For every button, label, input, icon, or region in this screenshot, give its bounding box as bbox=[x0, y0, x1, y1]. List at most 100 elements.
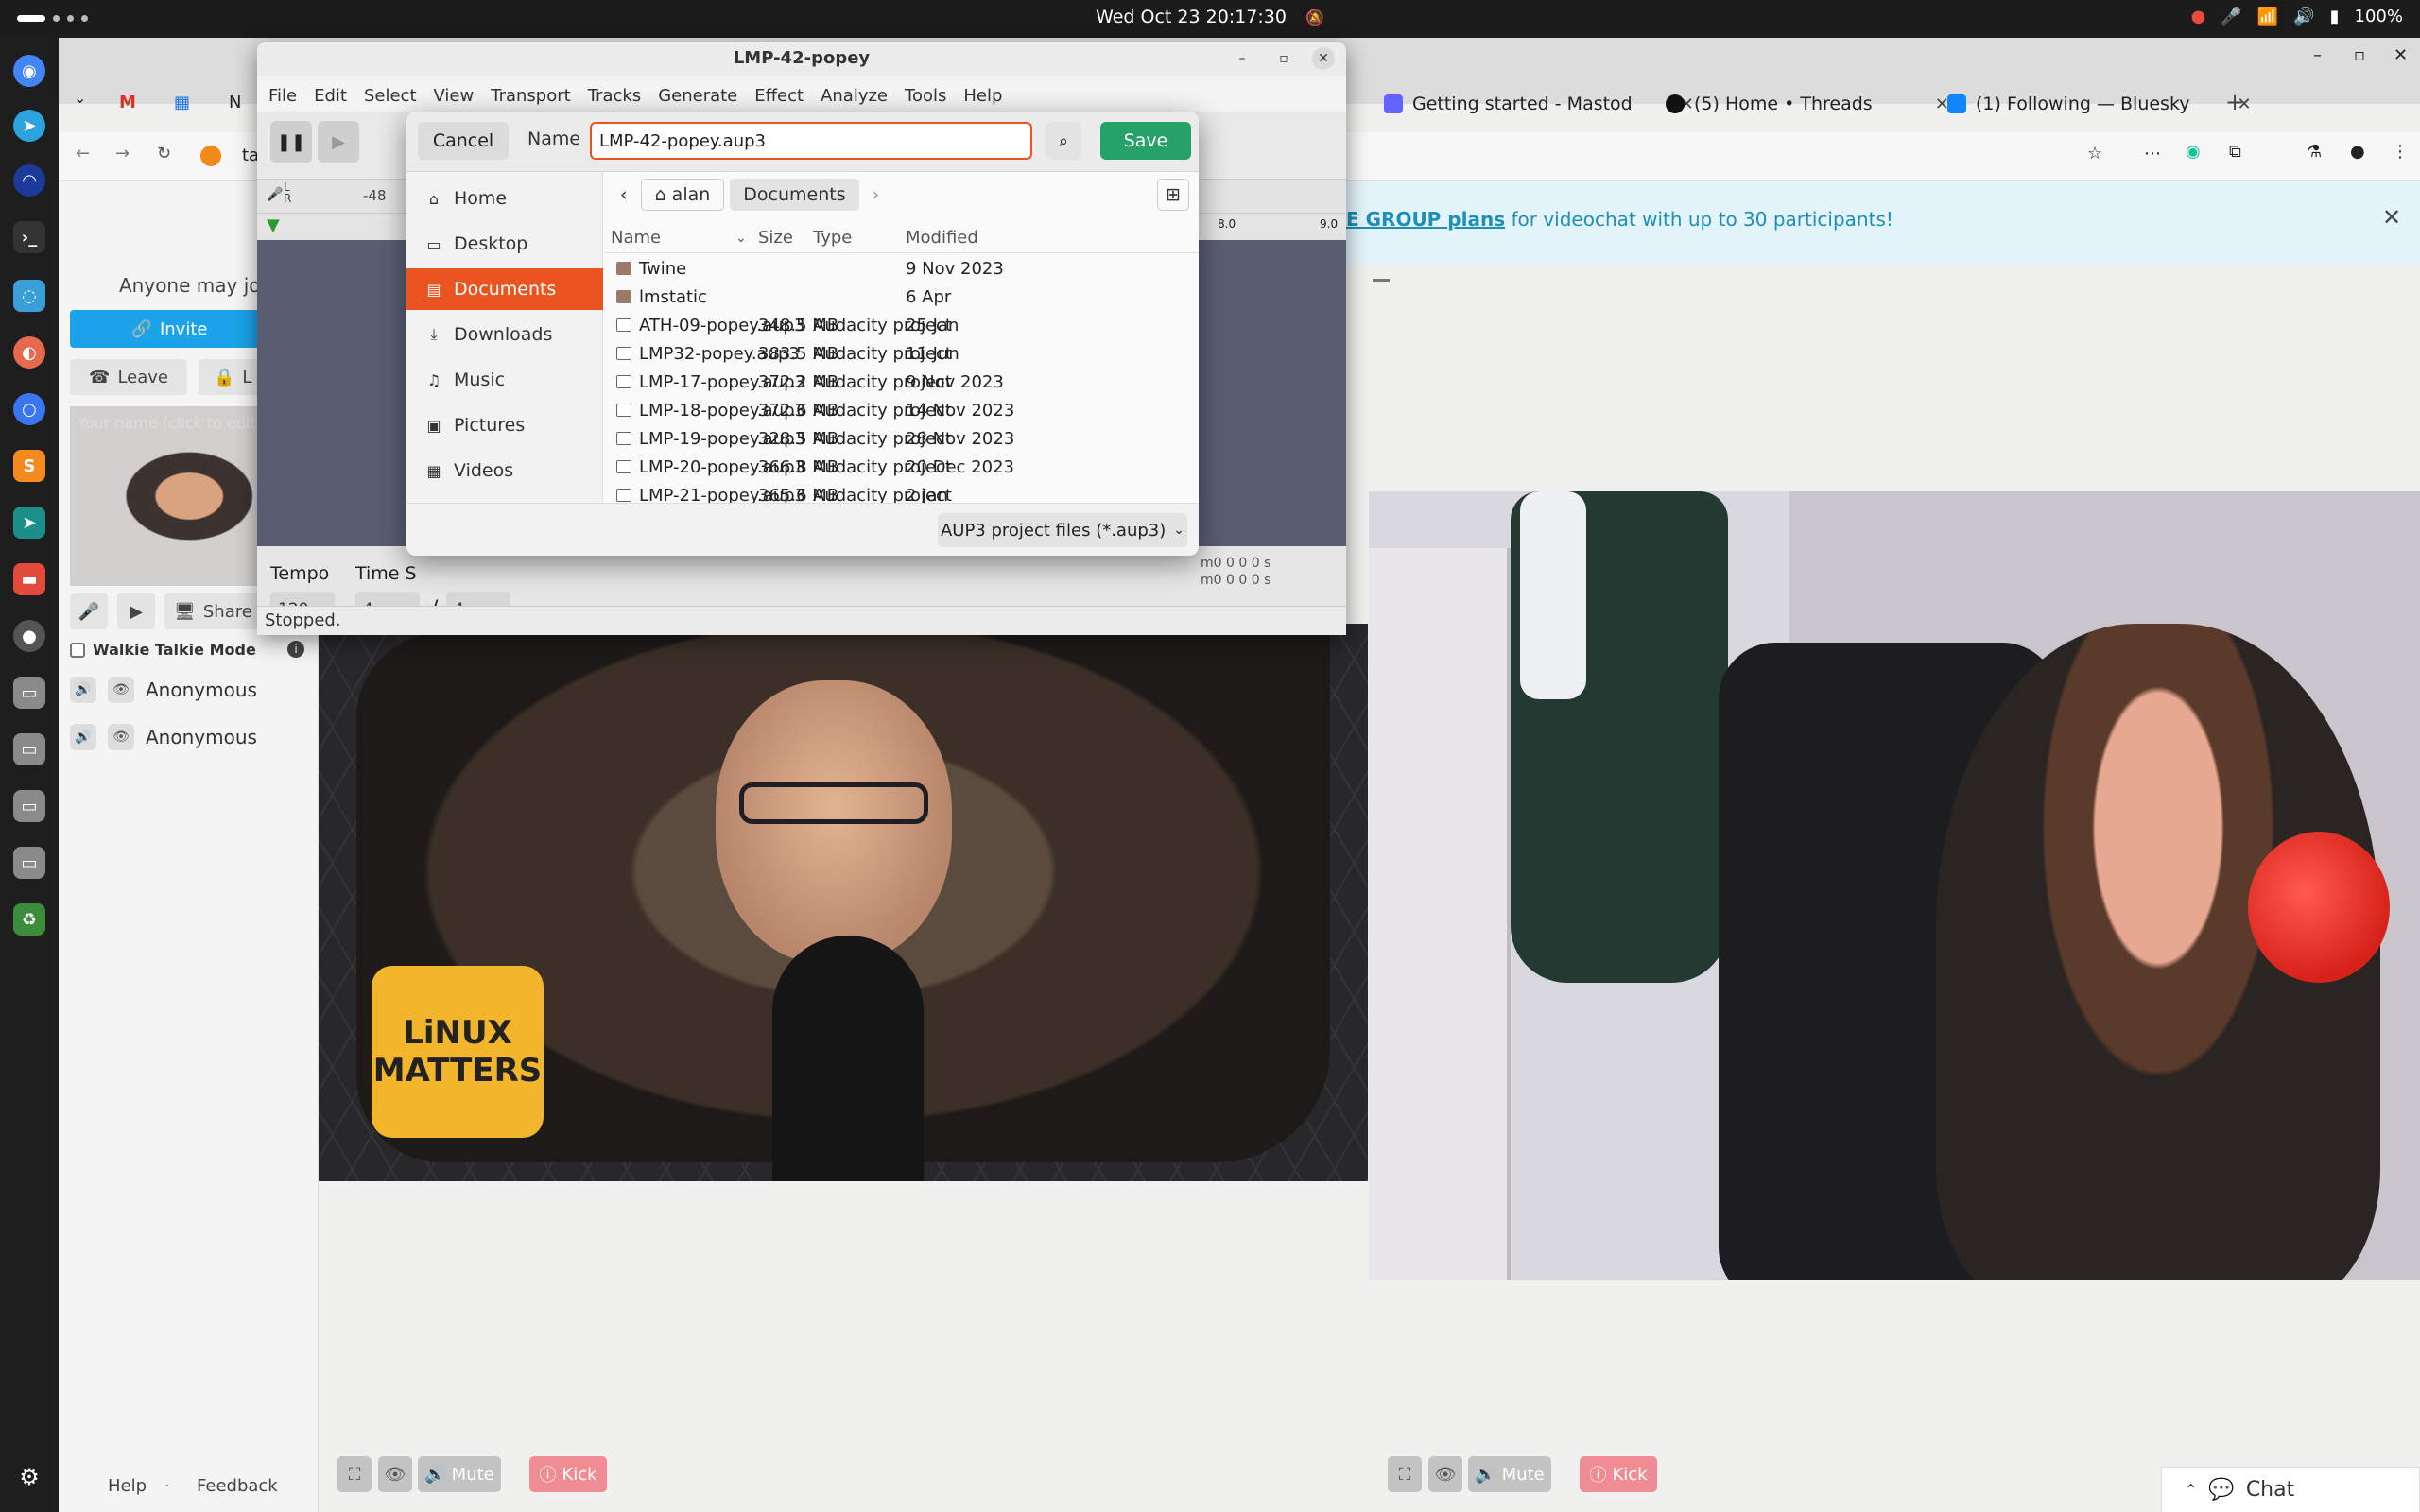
chat-app-icon[interactable]: ◌ bbox=[13, 280, 45, 312]
drive-icon-1[interactable]: ▭ bbox=[13, 677, 45, 709]
terminal-icon[interactable]: ›_ bbox=[13, 221, 45, 253]
place-desktop[interactable]: ▭ Desktop bbox=[406, 223, 603, 265]
chrome-icon[interactable]: ◉ bbox=[13, 55, 45, 87]
reload-icon[interactable]: ↻ bbox=[157, 144, 171, 163]
game-app-icon[interactable]: ◐ bbox=[13, 336, 45, 369]
minimize-line-icon[interactable] bbox=[1373, 279, 1390, 282]
walkie-talkie-toggle[interactable]: Walkie Talkie Mode bbox=[70, 641, 256, 659]
filename-input[interactable] bbox=[590, 122, 1032, 160]
maximize-icon[interactable]: ▫ bbox=[1272, 47, 1295, 70]
menu-transport[interactable]: Transport bbox=[491, 86, 570, 106]
sort-chevron-icon[interactable]: ⌄ bbox=[735, 231, 747, 246]
drive-icon-3[interactable]: ▭ bbox=[13, 790, 45, 822]
extensions-puzzle-icon[interactable]: ⧉ bbox=[2229, 142, 2241, 162]
back-icon[interactable]: ← bbox=[76, 144, 90, 163]
window-close-icon[interactable]: ✕ bbox=[2394, 45, 2408, 65]
mic-toggle-button[interactable]: 🎤 bbox=[70, 593, 108, 629]
menu-analyze[interactable]: Analyze bbox=[821, 86, 888, 106]
path-current-crumb[interactable]: Documents bbox=[730, 179, 859, 211]
search-button[interactable]: ⌕ bbox=[1046, 122, 1081, 160]
forward-icon[interactable]: → bbox=[115, 144, 130, 163]
files-icon[interactable]: ▬ bbox=[13, 563, 45, 595]
menu-select[interactable]: Select bbox=[364, 86, 417, 106]
menu-help[interactable]: Help bbox=[963, 86, 1002, 106]
file-row[interactable]: LMP32-popey.aup3 383.5 MB Audacity project… bbox=[605, 340, 1199, 369]
calendar-tab-icon[interactable]: ▦ bbox=[174, 93, 190, 112]
tab-mastodon[interactable]: Getting started - Mastod ✕ bbox=[1384, 85, 1694, 123]
eye-toggle-button[interactable]: 👁 bbox=[378, 1456, 412, 1492]
drive-icon-4[interactable]: ▭ bbox=[13, 847, 45, 879]
file-row[interactable]: ATH-09-popey.aup3 348.5 MB Audacity projec… bbox=[605, 312, 1199, 340]
clock[interactable]: Wed Oct 23 20:17:30 🔕 bbox=[0, 7, 2420, 27]
camera-toggle-button[interactable]: ▶ bbox=[117, 593, 155, 629]
mute-button[interactable]: 🔊 Mute bbox=[418, 1456, 501, 1492]
feedback-link[interactable]: Feedback bbox=[197, 1476, 278, 1496]
name-edit-placeholder[interactable]: Your name (click to edit) bbox=[78, 414, 262, 432]
eye-icon[interactable]: 👁 bbox=[108, 677, 134, 703]
bookmark-star-icon[interactable]: ☆ bbox=[2087, 144, 2102, 163]
file-row[interactable]: LMP-19-popey.aup3 328.5 MB Audacity projec… bbox=[605, 425, 1199, 454]
speaker-icon[interactable]: 🔊 bbox=[70, 724, 96, 750]
play-button[interactable]: ▶ bbox=[318, 121, 359, 163]
window-restore-icon[interactable]: ▫ bbox=[2354, 45, 2365, 65]
save-button[interactable]: Save bbox=[1100, 122, 1191, 160]
close-icon[interactable]: ✕ bbox=[1312, 47, 1335, 70]
invite-button[interactable]: 🔗 Invite bbox=[70, 310, 268, 348]
speaker-icon[interactable]: 🔊 bbox=[70, 677, 96, 703]
signal-icon[interactable]: ○ bbox=[13, 393, 45, 425]
column-type[interactable]: Type bbox=[813, 228, 852, 248]
column-modified[interactable]: Modified bbox=[906, 228, 978, 248]
place-documents[interactable]: ▤ Documents bbox=[406, 268, 603, 310]
file-row[interactable]: LMP-21-popey.aup3 365.6 MB Audacity projec… bbox=[605, 482, 1199, 503]
fullscreen-button[interactable]: ⛶ bbox=[337, 1456, 372, 1492]
column-name[interactable]: Name bbox=[611, 228, 661, 248]
sublime-icon[interactable]: S bbox=[13, 450, 45, 482]
new-folder-button[interactable]: ⊞ bbox=[1157, 179, 1189, 211]
drive-icon-2[interactable]: ▭ bbox=[13, 733, 45, 765]
file-type-filter[interactable]: AUP3 project files (*.aup3) ⌄ bbox=[938, 513, 1187, 547]
kick-button[interactable]: ⓘ Kick bbox=[529, 1456, 607, 1492]
fullscreen-button[interactable]: ⛶ bbox=[1388, 1456, 1422, 1492]
kick-button[interactable]: ⓘ Kick bbox=[1580, 1456, 1657, 1492]
mute-button[interactable]: 🔊 Mute bbox=[1468, 1456, 1551, 1492]
trash-icon[interactable]: ♻ bbox=[13, 903, 45, 936]
grammarly-icon[interactable]: ◉ bbox=[2186, 142, 2201, 162]
toggle-app-icon[interactable]: ● bbox=[13, 620, 45, 652]
profile-icon[interactable]: ● bbox=[2350, 142, 2365, 162]
info-icon[interactable]: i bbox=[287, 641, 304, 658]
pause-button[interactable]: ❚❚ bbox=[270, 121, 312, 163]
tab-list-chevron-icon[interactable]: ⌄ bbox=[74, 89, 86, 107]
place-home[interactable]: ⌂ Home bbox=[406, 178, 603, 219]
eye-toggle-button[interactable]: 👁 bbox=[1428, 1456, 1462, 1492]
extension-icon-1[interactable]: ⋯ bbox=[2144, 144, 2161, 163]
place-downloads[interactable]: ⤓ Downloads bbox=[406, 314, 603, 355]
show-apps-icon[interactable]: ⚙ bbox=[13, 1461, 45, 1493]
telegram-icon[interactable]: ➤ bbox=[13, 110, 45, 142]
place-music[interactable]: ♫ Music bbox=[406, 359, 603, 401]
place-pictures[interactable]: ▣ Pictures bbox=[406, 404, 603, 446]
path-forward-button[interactable]: › bbox=[865, 179, 888, 211]
menu-tracks[interactable]: Tracks bbox=[588, 86, 641, 106]
help-link[interactable]: Help bbox=[108, 1476, 147, 1496]
file-row[interactable]: LMP-17-popey.aup3 372.2 MB Audacity projec… bbox=[605, 369, 1199, 397]
audacity-icon[interactable]: ◠ bbox=[13, 164, 45, 197]
new-tab-button[interactable]: + bbox=[2225, 89, 2244, 115]
path-back-button[interactable]: ‹ bbox=[613, 179, 635, 211]
menu-file[interactable]: File bbox=[268, 86, 297, 106]
menu-generate[interactable]: Generate bbox=[658, 86, 737, 106]
place-videos[interactable]: ▦ Videos bbox=[406, 450, 603, 491]
tab-bluesky[interactable]: (1) Following — Bluesky ✕ bbox=[1947, 85, 2252, 123]
walkie-checkbox[interactable] bbox=[70, 642, 85, 658]
folder-row[interactable]: lmstatic 6 Apr bbox=[605, 284, 1199, 312]
group-plans-link[interactable]: E GROUP plans bbox=[1346, 208, 1505, 231]
path-home-crumb[interactable]: ⌂ alan bbox=[640, 179, 725, 211]
tab-threads[interactable]: (5) Home • Threads ✕ bbox=[1666, 85, 1949, 123]
notion-tab-icon[interactable]: N bbox=[229, 93, 241, 112]
column-size[interactable]: Size bbox=[758, 228, 793, 248]
banner-close-icon[interactable]: ✕ bbox=[2382, 204, 2401, 231]
minimize-icon[interactable]: – bbox=[1231, 47, 1253, 70]
folder-row[interactable]: Twine 9 Nov 2023 bbox=[605, 255, 1199, 284]
leave-button[interactable]: ☎ Leave bbox=[70, 359, 187, 395]
menu-effect[interactable]: Effect bbox=[754, 86, 804, 106]
browser-menu-icon[interactable]: ⋮ bbox=[2392, 142, 2409, 162]
